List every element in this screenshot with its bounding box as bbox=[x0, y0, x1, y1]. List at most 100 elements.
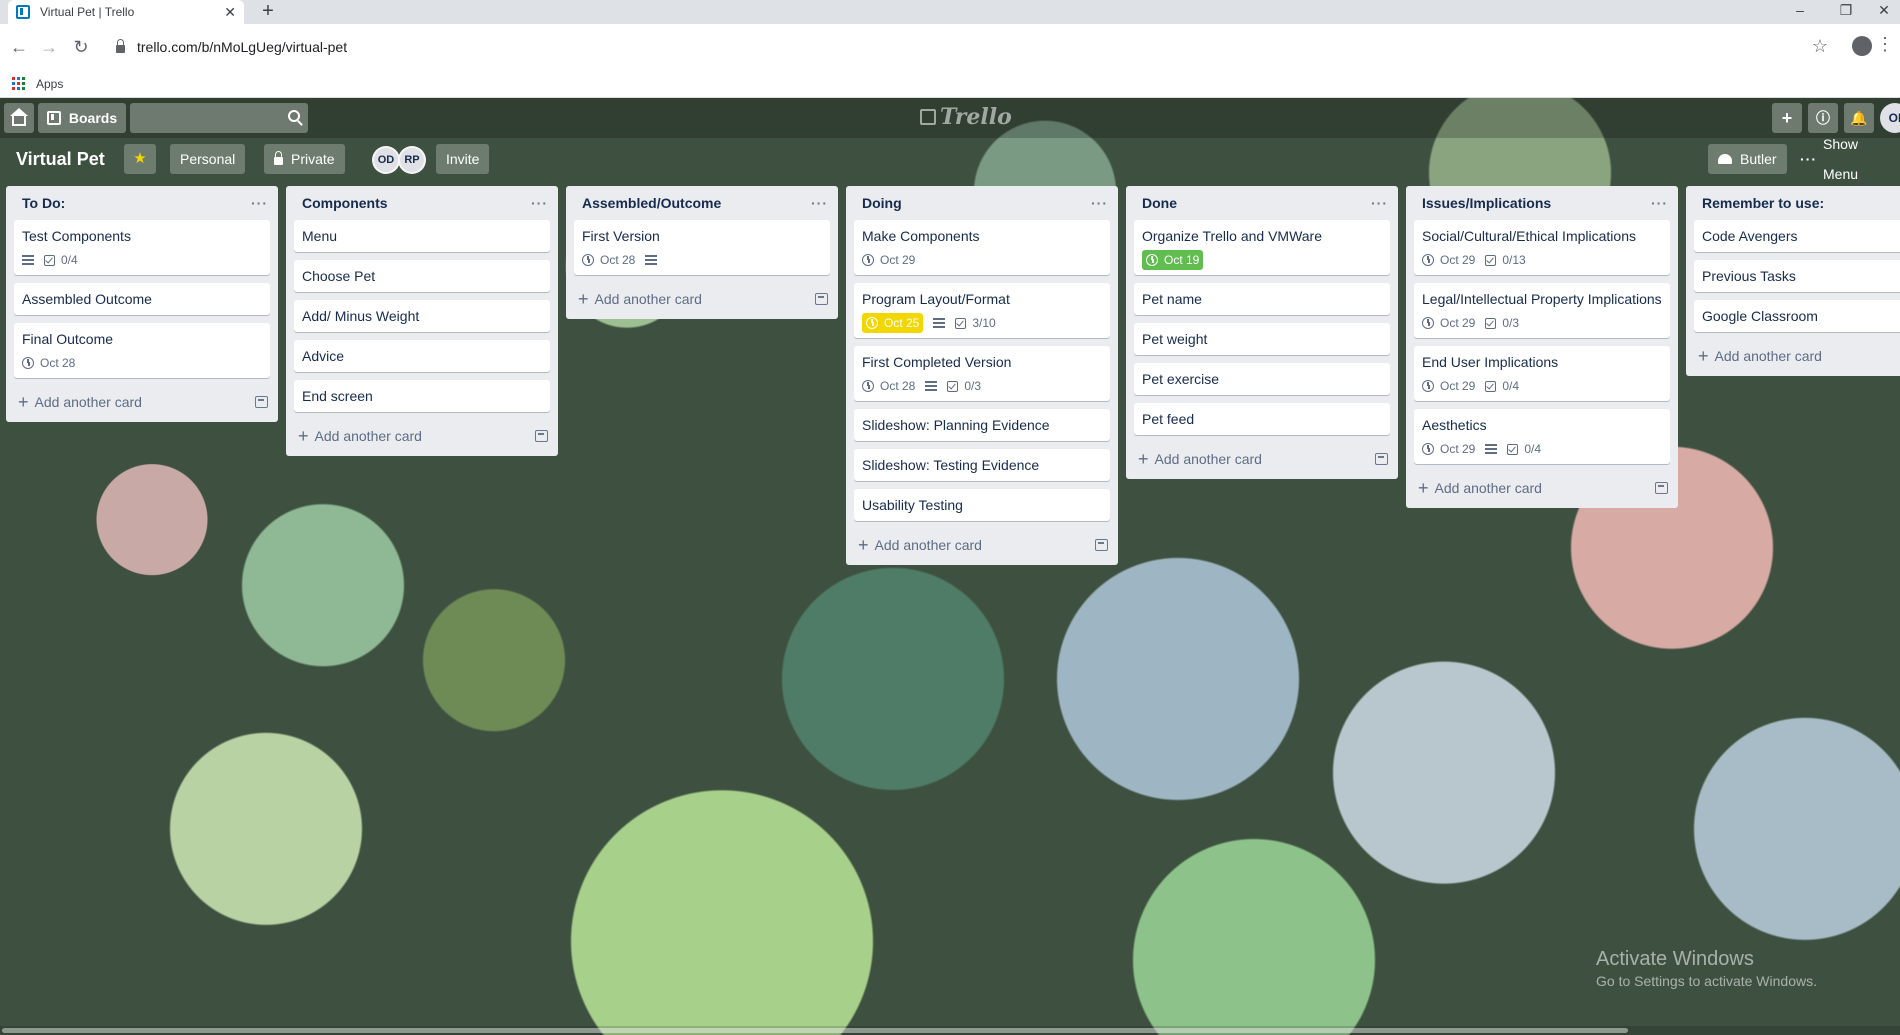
list-menu-icon[interactable]: ··· bbox=[531, 195, 548, 211]
back-arrow-icon[interactable]: ← bbox=[6, 35, 32, 61]
add-card-button[interactable]: Add another card bbox=[1435, 480, 1655, 496]
card[interactable]: Slideshow: Testing Evidence bbox=[854, 449, 1110, 481]
list-title[interactable]: To Do: bbox=[22, 195, 251, 211]
card[interactable]: Pet feed bbox=[1134, 403, 1390, 435]
list-title[interactable]: Components bbox=[302, 195, 531, 211]
create-plus-icon[interactable]: + bbox=[1772, 103, 1802, 133]
due-date-badge[interactable]: Oct 29 bbox=[1422, 253, 1475, 267]
apps-bookmark[interactable]: Apps bbox=[36, 77, 63, 91]
card-template-icon[interactable] bbox=[1095, 539, 1108, 551]
list-title[interactable]: Done bbox=[1142, 195, 1371, 211]
list-title[interactable]: Doing bbox=[862, 195, 1091, 211]
list-header[interactable]: To Do: ··· bbox=[6, 186, 278, 220]
trello-logo[interactable]: Trello bbox=[920, 104, 1012, 130]
show-menu-button[interactable]: ··· Show Menu bbox=[1790, 136, 1900, 182]
list-title[interactable]: Assembled/Outcome bbox=[582, 195, 811, 211]
card[interactable]: Final Outcome Oct 28 bbox=[14, 323, 270, 378]
card[interactable]: Program Layout/Format Oct 25 3/10 bbox=[854, 283, 1110, 338]
due-date-badge[interactable]: Oct 28 bbox=[22, 356, 75, 370]
list-header[interactable]: Issues/Implications ··· bbox=[1406, 186, 1678, 220]
card[interactable]: Code Avengers bbox=[1694, 220, 1900, 252]
card[interactable]: Social/Cultural/Ethical Implications Oct … bbox=[1414, 220, 1670, 275]
window-close-button[interactable]: ✕ bbox=[1868, 0, 1900, 24]
card-template-icon[interactable] bbox=[1375, 453, 1388, 465]
list-header[interactable]: Done ··· bbox=[1126, 186, 1398, 220]
card[interactable]: Menu bbox=[294, 220, 550, 252]
profile-icon[interactable] bbox=[1852, 36, 1872, 56]
boards-button[interactable]: Boards bbox=[38, 103, 126, 133]
plus-icon[interactable]: + bbox=[1418, 479, 1429, 497]
due-date-badge[interactable]: Oct 29 bbox=[862, 253, 915, 267]
window-minimize-button[interactable]: – bbox=[1784, 0, 1816, 24]
star-board-button[interactable]: ★ bbox=[124, 144, 156, 174]
due-date-badge[interactable]: Oct 29 bbox=[1422, 442, 1475, 456]
team-button[interactable]: Personal bbox=[170, 144, 246, 174]
butler-button[interactable]: Butler bbox=[1708, 144, 1787, 174]
list-title[interactable]: Remember to use: bbox=[1702, 195, 1900, 211]
add-card-button[interactable]: Add another card bbox=[1155, 451, 1375, 467]
card-template-icon[interactable] bbox=[815, 293, 828, 305]
card[interactable]: First Version Oct 28 bbox=[574, 220, 830, 275]
card[interactable]: Test Components 0/4 bbox=[14, 220, 270, 275]
add-card-button[interactable]: Add another card bbox=[1715, 348, 1900, 364]
card[interactable]: Pet name bbox=[1134, 283, 1390, 315]
search-input[interactable] bbox=[130, 103, 308, 133]
card[interactable]: Make Components Oct 29 bbox=[854, 220, 1110, 275]
visibility-button[interactable]: Private bbox=[264, 144, 345, 174]
due-date-badge[interactable]: Oct 28 bbox=[582, 253, 635, 267]
list-header[interactable]: Assembled/Outcome ··· bbox=[566, 186, 838, 220]
due-date-badge[interactable]: Oct 29 bbox=[1422, 379, 1475, 393]
card[interactable]: Organize Trello and VMWare Oct 19 bbox=[1134, 220, 1390, 275]
card[interactable]: First Completed Version Oct 28 0/3 bbox=[854, 346, 1110, 401]
add-card-button[interactable]: Add another card bbox=[875, 537, 1095, 553]
card[interactable]: End screen bbox=[294, 380, 550, 412]
address-bar[interactable]: trello.com/b/nMoLgUeg/virtual-pet bbox=[106, 31, 1840, 63]
reload-icon[interactable]: ↻ bbox=[68, 35, 94, 61]
card[interactable]: Slideshow: Planning Evidence bbox=[854, 409, 1110, 441]
plus-icon[interactable]: + bbox=[858, 536, 869, 554]
tab-close-icon[interactable]: ✕ bbox=[224, 4, 236, 21]
card[interactable]: Assembled Outcome bbox=[14, 283, 270, 315]
home-button[interactable] bbox=[4, 103, 34, 133]
board-title[interactable]: Virtual Pet bbox=[16, 144, 105, 174]
bookmark-star-icon[interactable]: ☆ bbox=[1812, 36, 1828, 57]
card-template-icon[interactable] bbox=[255, 396, 268, 408]
card[interactable]: Previous Tasks bbox=[1694, 260, 1900, 292]
list-header[interactable]: Remember to use: bbox=[1686, 186, 1900, 220]
add-card-button[interactable]: Add another card bbox=[595, 291, 815, 307]
list-title[interactable]: Issues/Implications bbox=[1422, 195, 1651, 211]
due-date-badge[interactable]: Oct 25 bbox=[862, 313, 924, 333]
plus-icon[interactable]: + bbox=[1698, 347, 1709, 365]
card[interactable]: Usability Testing bbox=[854, 489, 1110, 521]
card[interactable]: Add/ Minus Weight bbox=[294, 300, 550, 332]
plus-icon[interactable]: + bbox=[578, 290, 589, 308]
card[interactable]: Legal/Intellectual Property Implications… bbox=[1414, 283, 1670, 338]
card[interactable]: Advice bbox=[294, 340, 550, 372]
list-menu-icon[interactable]: ··· bbox=[811, 195, 828, 211]
due-date-badge[interactable]: Oct 28 bbox=[862, 379, 915, 393]
browser-tab[interactable]: Virtual Pet | Trello ✕ bbox=[8, 0, 244, 24]
apps-grid-icon[interactable] bbox=[12, 76, 26, 91]
horizontal-scrollbar[interactable] bbox=[0, 1026, 1900, 1035]
card[interactable]: Aesthetics Oct 29 0/4 bbox=[1414, 409, 1670, 464]
due-date-badge[interactable]: Oct 29 bbox=[1422, 316, 1475, 330]
list-menu-icon[interactable]: ··· bbox=[1091, 195, 1108, 211]
new-tab-button[interactable]: + bbox=[256, 0, 280, 24]
forward-arrow-icon[interactable]: → bbox=[36, 35, 62, 61]
add-card-button[interactable]: Add another card bbox=[315, 428, 535, 444]
due-date-badge[interactable]: Oct 19 bbox=[1142, 250, 1204, 270]
card[interactable]: Pet weight bbox=[1134, 323, 1390, 355]
card[interactable]: Google Classroom bbox=[1694, 300, 1900, 332]
add-card-button[interactable]: Add another card bbox=[35, 394, 255, 410]
plus-icon[interactable]: + bbox=[298, 427, 309, 445]
member-avatar[interactable]: RP bbox=[398, 146, 426, 174]
list-header[interactable]: Doing ··· bbox=[846, 186, 1118, 220]
list-menu-icon[interactable]: ··· bbox=[1371, 195, 1388, 211]
scrollbar-thumb[interactable] bbox=[2, 1028, 1628, 1033]
browser-menu-icon[interactable]: ⋮ bbox=[1876, 34, 1894, 55]
card[interactable]: End User Implications Oct 29 0/4 bbox=[1414, 346, 1670, 401]
window-restore-button[interactable]: ❐ bbox=[1830, 0, 1862, 24]
list-menu-icon[interactable]: ··· bbox=[251, 195, 268, 211]
card-template-icon[interactable] bbox=[535, 430, 548, 442]
card-template-icon[interactable] bbox=[1655, 482, 1668, 494]
